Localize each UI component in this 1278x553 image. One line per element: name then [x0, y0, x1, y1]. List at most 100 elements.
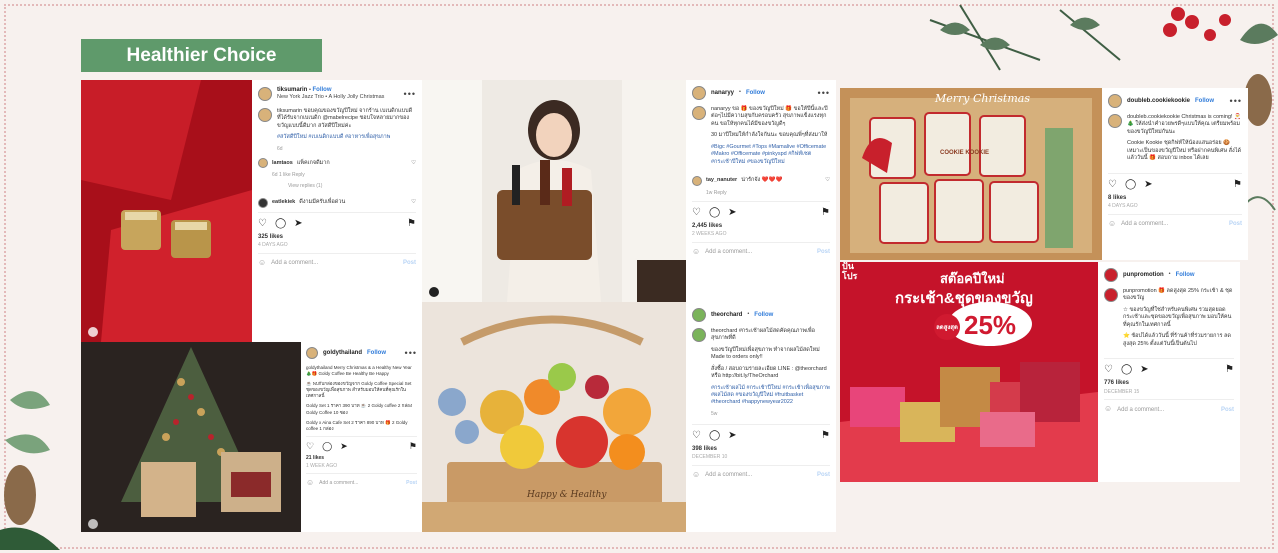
like-heart-icon[interactable]: ♡ — [258, 217, 267, 231]
add-comment-input[interactable]: Add a comment... — [1121, 220, 1168, 228]
post-comment-button[interactable]: Post — [817, 248, 830, 256]
comment-user[interactable]: lamtaos — [272, 160, 293, 167]
like-heart-icon[interactable]: ♡ — [306, 440, 314, 452]
bookmark-icon[interactable]: ⚑ — [1225, 363, 1234, 377]
post-hashtags[interactable]: #กระเช้าผลไม้ #กระเช้าปีใหม่ #กระเช้าเพื… — [711, 385, 830, 407]
follow-button[interactable]: Follow — [312, 87, 331, 93]
follow-button[interactable]: Follow — [1176, 271, 1195, 279]
post-age: 5w — [711, 410, 718, 417]
avatar[interactable] — [258, 158, 268, 169]
username[interactable]: doubleb.cookiekookie — [1127, 97, 1190, 105]
username[interactable]: punpromotion — [1123, 271, 1164, 279]
bookmark-icon[interactable]: ⚑ — [409, 440, 417, 452]
share-icon[interactable]: ➤ — [728, 206, 736, 220]
photo-fruit-basket: Happy & Healthy — [422, 302, 686, 532]
post-comment-button[interactable]: Post — [817, 471, 830, 479]
add-comment-input[interactable]: Add a comment... — [319, 480, 358, 487]
more-options-icon[interactable]: ••• — [1230, 95, 1242, 107]
avatar[interactable] — [692, 86, 706, 100]
photo-christmas-tree-gift-boxes — [81, 342, 301, 532]
post-caption-line2: Cookie Kookie ชุดกิฟท์ให้น้องแสนอร่อย 🍪 … — [1127, 140, 1242, 162]
add-comment-input[interactable]: Add a comment... — [705, 248, 752, 256]
avatar[interactable] — [258, 197, 268, 208]
follow-button[interactable]: Follow — [1195, 97, 1214, 105]
emoji-icon[interactable]: ☺ — [306, 478, 314, 489]
post-card-nanaryy: nanaryy • Follow ••• nanaryy ขอ 🎁 ของขวัญ… — [686, 80, 836, 302]
avatar[interactable] — [258, 86, 272, 101]
follow-button[interactable]: Follow — [754, 311, 773, 319]
like-heart-icon[interactable]: ♡ — [692, 429, 701, 443]
photo-cookie-kookie-box: Merry Christmas COOKIE KOOKIE — [840, 88, 1102, 260]
username[interactable]: goldythailand — [323, 349, 362, 357]
avatar[interactable] — [692, 328, 706, 342]
bookmark-icon[interactable]: ⚑ — [1233, 178, 1242, 192]
comment-icon[interactable]: ◯ — [322, 440, 332, 452]
likes-count[interactable]: 8 likes — [1108, 194, 1242, 202]
like-heart-icon[interactable]: ♡ — [692, 206, 701, 220]
post-card-theorchard: theorchard • Follow theorchard #กระเช้าผล… — [686, 302, 836, 532]
add-comment-input[interactable]: Add a comment... — [1117, 406, 1164, 414]
likes-count[interactable]: 398 likes — [692, 445, 830, 453]
avatar[interactable] — [258, 107, 272, 122]
heart-icon[interactable]: ♡ — [825, 177, 830, 184]
likes-count[interactable]: 21 likes — [306, 455, 417, 462]
add-comment-input[interactable]: Add a comment... — [705, 471, 752, 479]
avatar[interactable] — [306, 347, 318, 360]
heart-icon[interactable]: ♡ — [411, 199, 416, 206]
emoji-icon[interactable]: ☺ — [1108, 219, 1116, 230]
username[interactable]: tiksumarin — [277, 87, 307, 93]
emoji-icon[interactable]: ☺ — [258, 258, 266, 269]
post-comment-button[interactable]: Post — [403, 259, 416, 267]
post-caption-line2: ☕ พบกับกล่องของขวัญจาก Goldy Coffee Spec… — [306, 381, 412, 399]
username[interactable]: nanaryy — [711, 89, 734, 97]
more-options-icon[interactable]: ••• — [404, 88, 416, 100]
avatar[interactable] — [1104, 288, 1118, 302]
comment-icon[interactable]: ◯ — [709, 429, 720, 443]
username[interactable]: theorchard — [711, 311, 742, 319]
post-comment-button[interactable]: Post — [1229, 220, 1242, 228]
avatar[interactable] — [1108, 114, 1122, 128]
emoji-icon[interactable]: ☺ — [1104, 404, 1112, 415]
share-icon[interactable]: ➤ — [340, 440, 348, 452]
more-options-icon[interactable]: ••• — [818, 87, 830, 99]
post-comment-button[interactable]: Post — [1221, 406, 1234, 414]
follow-button[interactable]: Follow — [746, 89, 765, 97]
post-caption-line2: ของขวัญปีใหม่เพื่อสุขภาพ ทำจากผลไม้สดใหม… — [711, 346, 820, 361]
likes-count[interactable]: 2,445 likes — [692, 222, 830, 230]
likes-count[interactable]: 776 likes — [1104, 379, 1234, 387]
like-heart-icon[interactable]: ♡ — [1104, 363, 1113, 377]
avatar[interactable] — [1104, 268, 1118, 282]
bookmark-icon[interactable]: ⚑ — [407, 217, 416, 231]
comment-user[interactable]: tay_nanuter — [706, 177, 737, 184]
view-replies-link[interactable]: View replies (1) — [288, 183, 416, 190]
more-options-icon[interactable]: ••• — [405, 347, 417, 359]
bookmark-icon[interactable]: ⚑ — [821, 429, 830, 443]
avatar[interactable] — [692, 175, 702, 186]
add-comment-input[interactable]: Add a comment... — [271, 259, 318, 267]
comment-meta: 6d 1 like Reply — [272, 172, 305, 179]
heart-icon[interactable]: ♡ — [411, 160, 416, 167]
follow-button[interactable]: Follow — [367, 349, 386, 357]
post-comment-button[interactable]: Post — [406, 480, 417, 487]
pine-branch-decoration — [0, 391, 60, 550]
share-icon[interactable]: ➤ — [294, 217, 302, 231]
comment-icon[interactable]: ◯ — [1121, 363, 1132, 377]
bookmark-icon[interactable]: ⚑ — [821, 206, 830, 220]
emoji-icon[interactable]: ☺ — [692, 470, 700, 481]
comment-meta: 1w Reply — [706, 189, 727, 196]
share-icon[interactable]: ➤ — [728, 429, 736, 443]
like-heart-icon[interactable]: ♡ — [1108, 178, 1117, 192]
avatar[interactable] — [1108, 94, 1122, 108]
likes-count[interactable]: 325 likes — [258, 233, 416, 241]
avatar[interactable] — [692, 106, 706, 120]
comment-icon[interactable]: ◯ — [1125, 178, 1136, 192]
comment-icon[interactable]: ◯ — [275, 217, 286, 231]
comment-icon[interactable]: ◯ — [709, 206, 720, 220]
share-icon[interactable]: ➤ — [1144, 178, 1152, 192]
comment-user[interactable]: eatlekiek — [272, 199, 295, 206]
share-icon[interactable]: ➤ — [1140, 363, 1148, 377]
post-hashtags[interactable]: #สวัสดีปีใหม่ #เบเนดิกแบบดี #อาหารเพื่อส… — [277, 134, 416, 141]
emoji-icon[interactable]: ☺ — [692, 247, 700, 258]
avatar[interactable] — [692, 308, 706, 322]
post-hashtags[interactable]: #Bigc #Gourmet #Tops #Mamalive #Officema… — [711, 144, 830, 166]
